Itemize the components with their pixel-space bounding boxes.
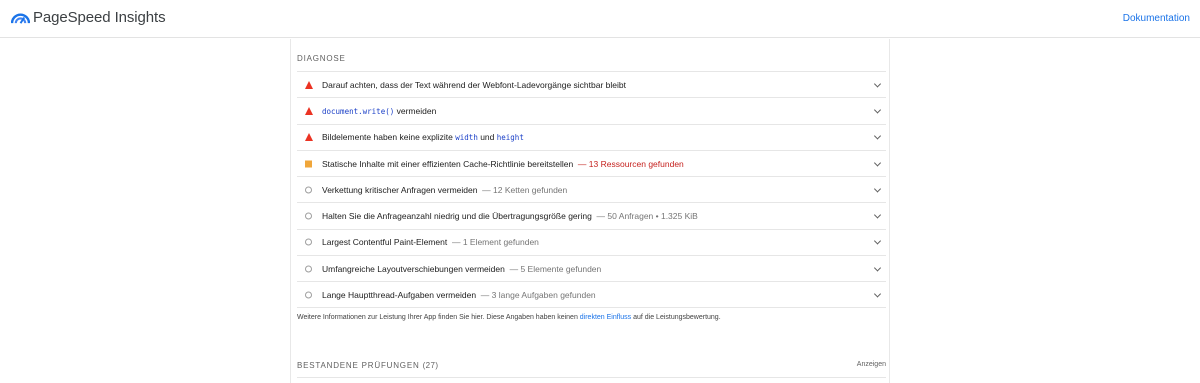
brand-name[interactable]: PageSpeed Insights xyxy=(33,9,166,26)
audit-title-text: Halten Sie die Anfrageanzahl niedrig und… xyxy=(322,211,592,222)
audit-detail-value: 5 Elemente gefunden xyxy=(520,263,602,274)
audit-title-text: Largest Contentful Paint-Element xyxy=(322,237,448,248)
info-circle-icon xyxy=(305,186,312,194)
fail-triangle-icon xyxy=(305,80,313,89)
audit-row[interactable]: Largest Contentful Paint-Element — 1 Ele… xyxy=(297,228,886,255)
code-snippet: document.write() xyxy=(322,106,395,116)
audit-title: Halten Sie die Anfrageanzahl niedrig und… xyxy=(322,211,698,221)
passed-audits-header[interactable]: BESTANDENE PRÜFUNGEN (27) Anzeigen xyxy=(297,361,886,370)
audit-title-text: vermeiden xyxy=(394,105,437,116)
audit-row[interactable]: Umfangreiche Layoutverschiebungen vermei… xyxy=(297,255,886,281)
chevron-down-icon[interactable] xyxy=(873,185,882,193)
pagespeed-gauge-icon[interactable] xyxy=(11,9,30,26)
chevron-down-icon[interactable] xyxy=(873,132,882,140)
chevron-down-icon[interactable] xyxy=(873,80,882,88)
report-panel: DIAGNOSE Darauf achten, dass der Text wä… xyxy=(290,39,890,383)
audit-title-text: Umfangreiche Layoutverschiebungen vermei… xyxy=(322,263,505,274)
audit-title-text: Verkettung kritischer Anfragen vermeiden xyxy=(322,184,478,195)
info-circle-icon xyxy=(305,212,312,220)
fail-triangle-icon xyxy=(305,133,313,142)
show-passed-button[interactable]: Anzeigen xyxy=(857,361,886,368)
diagnostics-section-title: DIAGNOSE xyxy=(297,54,346,63)
info-circle-icon xyxy=(305,238,312,246)
audit-title-text: Bildelemente haben keine explizite xyxy=(322,132,456,143)
audit-title-text: Darauf achten, dass der Text während der… xyxy=(322,79,626,90)
audit-detail: — 5 Elemente gefunden xyxy=(504,263,602,274)
direct-influence-link[interactable]: direkten Einfluss xyxy=(580,314,631,321)
audit-detail: — 50 Anfragen • 1.325 KiB xyxy=(591,211,698,222)
audit-detail: — 12 Ketten gefunden xyxy=(477,184,568,195)
chevron-down-icon[interactable] xyxy=(873,264,882,272)
audit-detail: — 1 Element gefunden xyxy=(447,237,539,248)
performance-note: Weitere Informationen zur Leistung Ihrer… xyxy=(297,314,721,321)
note-text-end: auf die Leistungsbewertung. xyxy=(631,314,721,321)
audit-title: Lange Hauptthread-Aufgaben vermeiden — 3… xyxy=(322,290,596,300)
audit-detail-value: 50 Anfragen • 1.325 KiB xyxy=(607,211,698,222)
audit-title: Bildelemente haben keine explizite width… xyxy=(322,132,524,142)
audit-title: Largest Contentful Paint-Element — 1 Ele… xyxy=(322,237,539,247)
passed-audits-count: (27) xyxy=(422,361,439,370)
audit-row[interactable]: Halten Sie die Anfrageanzahl niedrig und… xyxy=(297,202,886,228)
audit-title-text: Lange Hauptthread-Aufgaben vermeiden xyxy=(322,289,477,300)
audit-title: Umfangreiche Layoutverschiebungen vermei… xyxy=(322,264,601,274)
audit-detail-value: 12 Ketten gefunden xyxy=(493,184,568,195)
audit-title-text: Statische Inhalte mit einer effizienten … xyxy=(322,158,574,169)
chevron-down-icon[interactable] xyxy=(873,158,882,167)
audit-detail-value: 1 Element gefunden xyxy=(462,237,539,248)
audit-list: Darauf achten, dass der Text während der… xyxy=(297,71,886,308)
average-square-icon xyxy=(305,160,312,168)
audit-row[interactable]: Statische Inhalte mit einer effizienten … xyxy=(297,149,886,176)
audit-row[interactable]: Verkettung kritischer Anfragen vermeiden… xyxy=(297,176,886,202)
audit-detail-value: 13 Ressourcen gefunden xyxy=(588,158,684,169)
top-bar: PageSpeed Insights Dokumentation xyxy=(0,0,1200,38)
chevron-down-icon[interactable] xyxy=(873,211,882,219)
audit-row[interactable]: Bildelemente haben keine explizite width… xyxy=(297,123,886,150)
code-snippet: width xyxy=(455,133,478,143)
audit-title-text: und xyxy=(477,132,497,143)
passed-audits-title: BESTANDENE PRÜFUNGEN xyxy=(297,361,420,370)
documentation-link[interactable]: Dokumentation xyxy=(1123,13,1190,24)
audit-title: Statische Inhalte mit einer effizienten … xyxy=(322,159,684,169)
fail-triangle-icon xyxy=(305,106,313,115)
audit-detail: — 13 Ressourcen gefunden xyxy=(573,158,684,169)
divider xyxy=(297,377,886,378)
audit-detail: — 3 lange Aufgaben gefunden xyxy=(476,289,596,300)
audit-title: Darauf achten, dass der Text während der… xyxy=(322,80,626,90)
info-circle-icon xyxy=(305,265,312,273)
audit-row[interactable]: Lange Hauptthread-Aufgaben vermeiden — 3… xyxy=(297,281,886,308)
chevron-down-icon[interactable] xyxy=(873,106,882,114)
chevron-down-icon[interactable] xyxy=(873,237,882,245)
audit-title: document.write() vermeiden xyxy=(322,106,436,116)
chevron-down-icon[interactable] xyxy=(873,289,882,298)
audit-row[interactable]: Darauf achten, dass der Text während der… xyxy=(297,71,886,97)
info-circle-icon xyxy=(305,291,312,299)
audit-detail-value: 3 lange Aufgaben gefunden xyxy=(491,289,596,300)
audit-row[interactable]: document.write() vermeiden xyxy=(297,97,886,123)
code-snippet: height xyxy=(496,133,524,143)
note-text-start: Weitere Informationen zur Leistung Ihrer… xyxy=(297,314,580,321)
audit-title: Verkettung kritischer Anfragen vermeiden… xyxy=(322,185,567,195)
